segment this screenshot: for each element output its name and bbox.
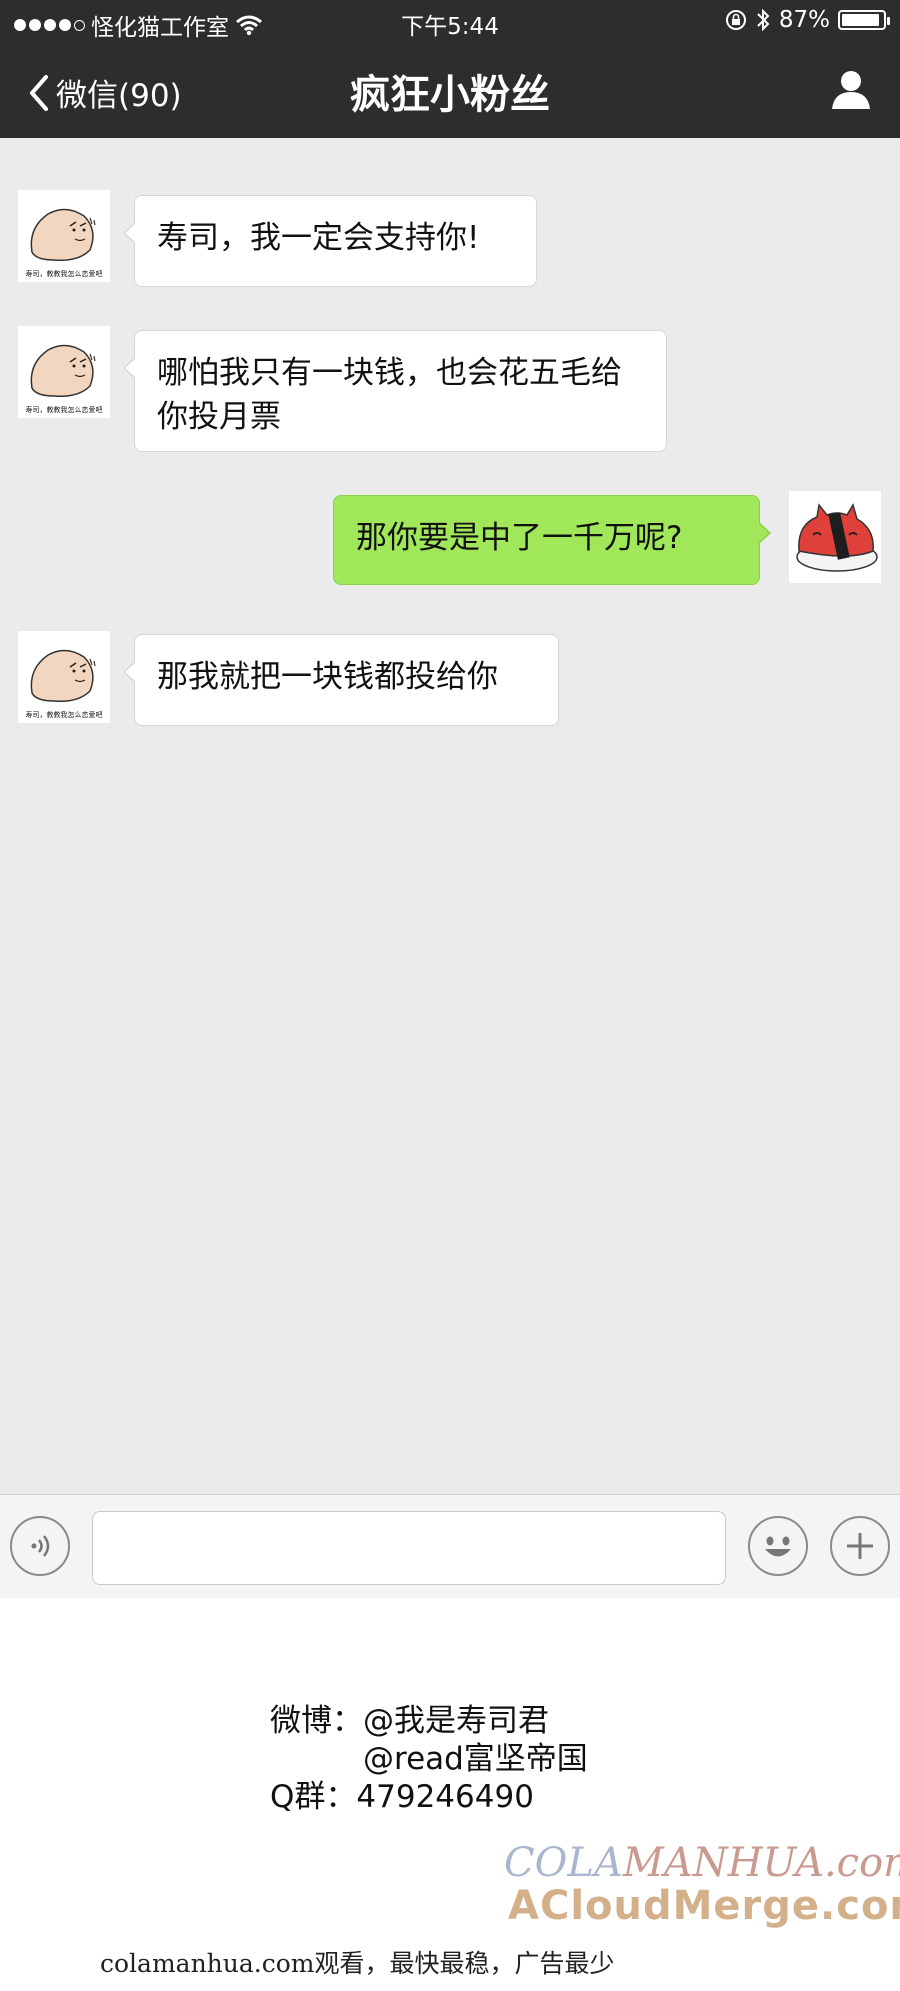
weibo-account-1: @我是寿司君 [363,1703,549,1739]
bluetooth-icon [757,8,770,32]
message-bubble-incoming[interactable]: 寿司，我一定会支持你! [123,195,537,287]
message-bubble-outgoing[interactable]: 那你要是中了一千万呢? [333,495,771,585]
message-text: 哪怕我只有一块钱，也会花五毛给你投月票 [157,355,622,435]
message-bubble-incoming[interactable]: 哪怕我只有一块钱，也会花五毛给你投月票 [123,330,667,452]
svg-text:寿司，教教我怎么恋爱吧: 寿司，教教我怎么恋爱吧 [26,269,103,278]
contact-avatar[interactable]: 寿司，教教我怎么恋爱吧 [18,326,110,418]
watermark-colamanhua: COLAMANHUA.com [504,1840,900,1886]
plus-icon [847,1533,873,1559]
message-text: 那你要是中了一千万呢? [356,520,683,556]
blob-character-avatar-image: 寿司，教教我怎么恋爱吧 [26,208,103,278]
qq-label: Q群： [270,1779,357,1815]
watermark-acloudmerge: ACloudMerge.com [508,1883,900,1929]
user-avatar[interactable] [789,491,881,583]
weibo-row: 微博：@我是寿司君 [270,1702,588,1740]
battery-percent: 87% [778,7,830,33]
lock-rotation-icon [725,10,746,30]
status-right: 87% [725,7,890,33]
sushi-cat-avatar-image [796,503,878,572]
emoji-button[interactable] [748,1516,808,1576]
input-toolbar [0,1494,900,1598]
status-bar: 怪化猫工作室 下午5:44 87% [0,0,900,42]
voice-button[interactable] [10,1516,70,1576]
message-text: 寿司，我一定会支持你! [157,220,480,256]
emoji-icon [765,1536,791,1557]
battery-icon [838,10,890,30]
weibo-account-2: @read富坚帝国 [363,1741,588,1777]
qq-number: 479246490 [356,1779,534,1815]
message-input[interactable] [92,1511,726,1585]
more-button[interactable] [830,1516,890,1576]
svg-text:寿司，教教我怎么恋爱吧: 寿司，教教我怎么恋爱吧 [26,405,103,414]
chat-header: 微信(90) 疯狂小粉丝 [0,42,900,138]
footer-note: colamanhua.com观看，最快最稳，广告最少 [100,1949,615,1978]
profile-icon [832,71,870,109]
chat-area[interactable]: 寿司，教教我怎么恋爱吧 寿司，我一定会支持你! 寿司，教教我怎么恋爱吧 哪怕我只… [0,138,900,1494]
message-text: 那我就把一块钱都投给你 [157,659,498,695]
blob-character-avatar-image: 寿司，教教我怎么恋爱吧 [26,344,103,414]
contact-avatar[interactable]: 寿司，教教我怎么恋爱吧 [18,190,110,282]
profile-button[interactable] [830,68,872,114]
svg-text:寿司，教教我怎么恋爱吧: 寿司，教教我怎么恋爱吧 [26,710,103,719]
qq-group-row: Q群：479246490 [270,1778,588,1816]
blob-character-avatar-image: 寿司，教教我怎么恋爱吧 [26,649,103,719]
weibo-label: 微博： [270,1703,363,1739]
voice-icon [31,1535,50,1557]
contact-avatar[interactable]: 寿司，教教我怎么恋爱吧 [18,631,110,723]
weibo-row-2: @read富坚帝国 [270,1740,588,1778]
chat-title: 疯狂小粉丝 [350,72,550,118]
author-contact-info: 微博：@我是寿司君 @read富坚帝国 Q群：479246490 [270,1702,588,1816]
message-bubble-incoming[interactable]: 那我就把一块钱都投给你 [123,634,559,726]
